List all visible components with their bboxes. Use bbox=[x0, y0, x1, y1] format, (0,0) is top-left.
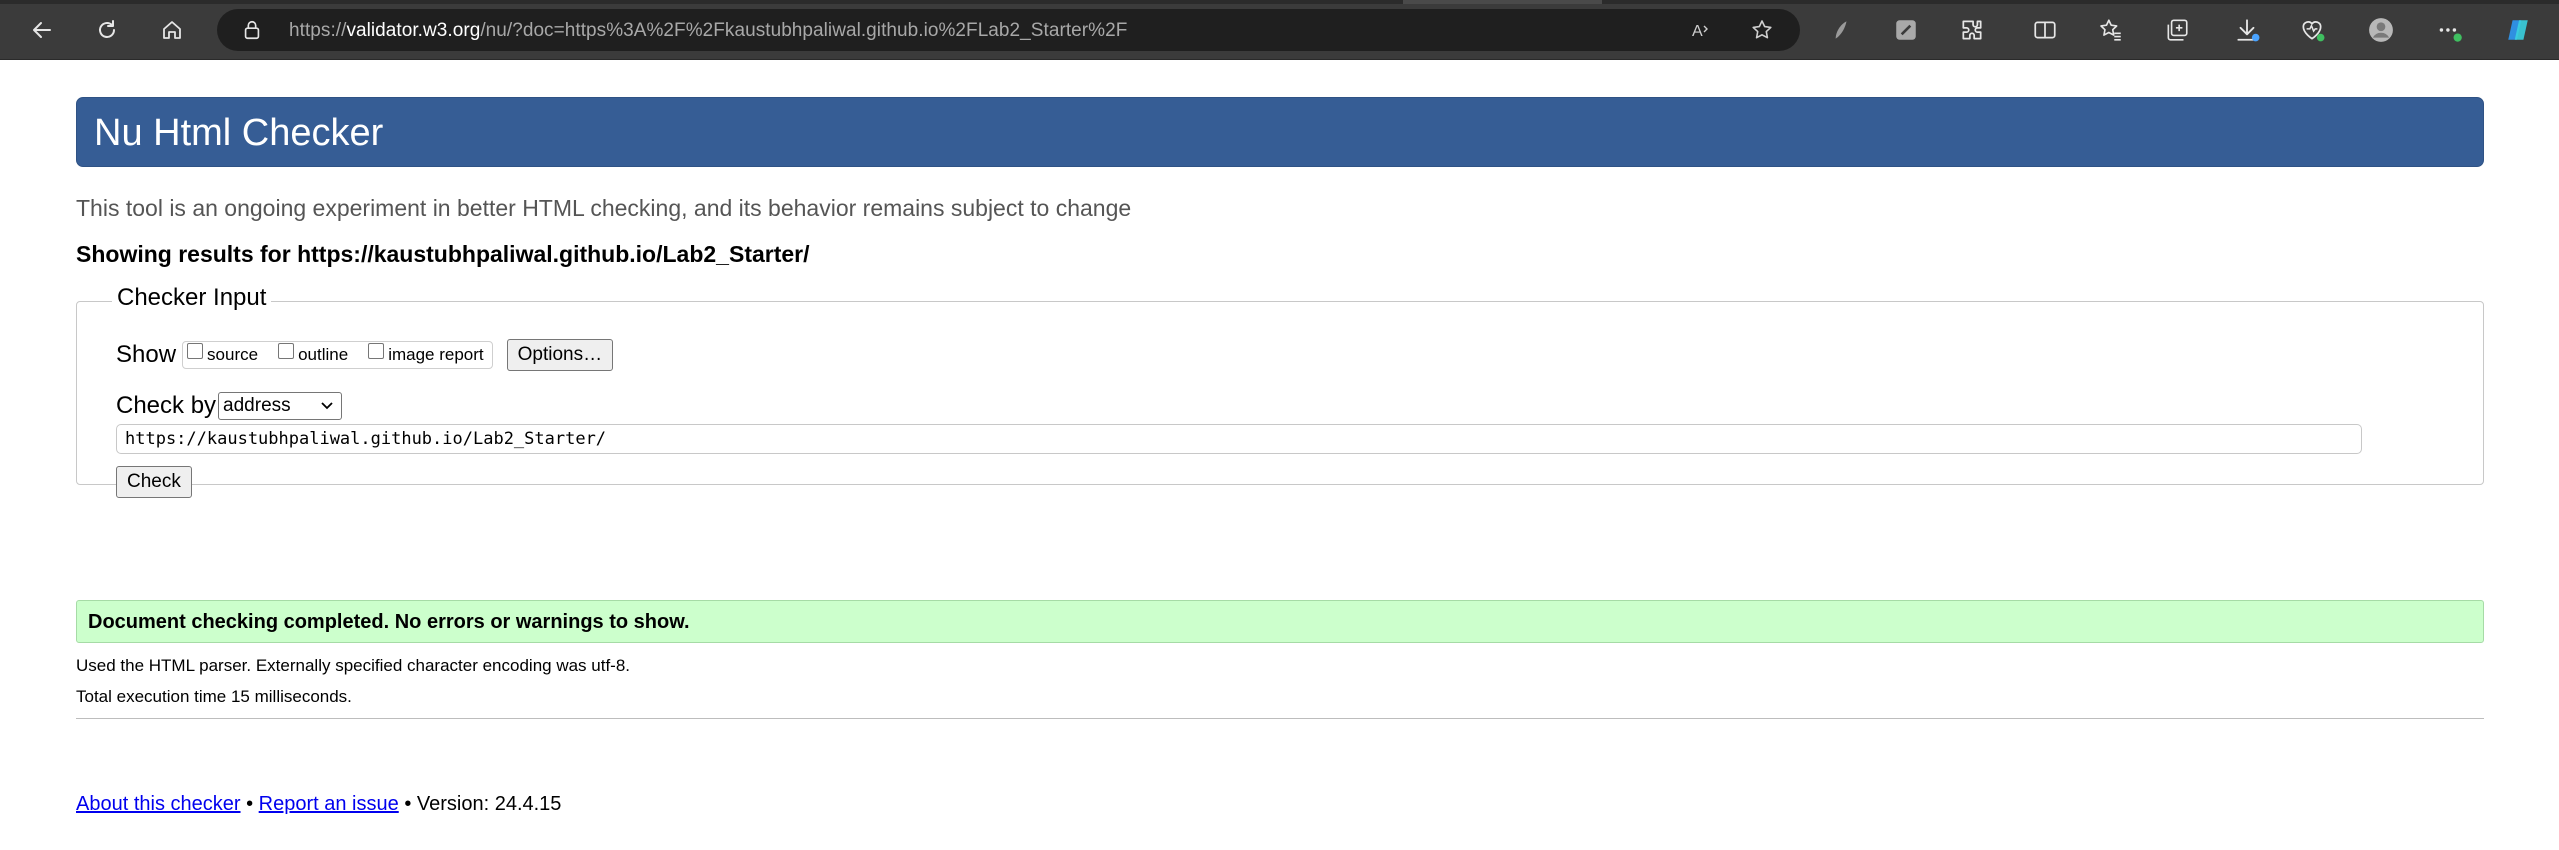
check-by-select[interactable]: address bbox=[218, 392, 343, 420]
url-domain: validator.w3.org bbox=[346, 20, 481, 41]
refresh-icon bbox=[99, 20, 115, 38]
check-by-label: Check by bbox=[116, 392, 217, 419]
success-message: Document checking completed. No errors o… bbox=[76, 600, 2484, 643]
tab-indicator bbox=[1403, 0, 1602, 4]
show-outline-option[interactable]: outline bbox=[278, 343, 349, 365]
home-button[interactable] bbox=[152, 10, 192, 50]
home-icon bbox=[163, 21, 181, 39]
checker-input-legend: Checker Input bbox=[112, 284, 272, 312]
extension-icon bbox=[1896, 20, 1916, 40]
split-screen-icon bbox=[2034, 21, 2056, 39]
back-button[interactable] bbox=[22, 10, 62, 50]
downloads-icon bbox=[2237, 19, 2260, 42]
report-issue-link[interactable]: Report an issue bbox=[259, 793, 399, 815]
extension-icon bbox=[1835, 21, 1847, 39]
more-button[interactable] bbox=[2431, 12, 2467, 48]
browser-essentials-icon bbox=[2302, 21, 2325, 42]
address-bar[interactable]: https://validator.w3.org/nu/?doc=https%3… bbox=[217, 9, 1800, 51]
profile-icon bbox=[2369, 18, 2393, 42]
back-icon bbox=[33, 22, 51, 38]
read-aloud-icon[interactable]: A bbox=[1690, 18, 1714, 42]
refresh-button[interactable] bbox=[87, 10, 127, 50]
collections-icon bbox=[2167, 19, 2188, 41]
show-options-row: Show source outline image report Options… bbox=[116, 339, 614, 371]
check-by-row: Check by address bbox=[116, 392, 343, 420]
version-text: • Version: 24.4.15 bbox=[404, 793, 562, 815]
favorites-button[interactable] bbox=[2093, 12, 2129, 48]
parser-info: Used the HTML parser. Externally specifi… bbox=[76, 656, 631, 675]
check-button[interactable]: Check bbox=[116, 466, 192, 498]
page-header: Nu Html Checker bbox=[76, 97, 2484, 167]
source-checkbox[interactable] bbox=[187, 343, 204, 359]
checker-input-fieldset bbox=[76, 301, 2484, 485]
execution-time: Total execution time 15 milliseconds. bbox=[76, 687, 352, 706]
footer-separator: • bbox=[246, 793, 254, 815]
copilot-button[interactable] bbox=[2500, 12, 2536, 48]
url-prefix: https:// bbox=[289, 20, 347, 41]
show-label: Show bbox=[116, 341, 177, 368]
about-checker-link[interactable]: About this checker bbox=[76, 793, 241, 815]
source-label: source bbox=[207, 345, 259, 364]
browser-toolbar: https://validator.w3.org/nu/?doc=https%3… bbox=[0, 0, 2559, 60]
footer: About this checker • Report an issue • V… bbox=[76, 793, 561, 816]
check-by-value: address bbox=[223, 395, 291, 416]
favorite-star-icon[interactable] bbox=[1750, 18, 1774, 42]
outline-label: outline bbox=[298, 345, 349, 364]
extensions-button[interactable] bbox=[1954, 12, 1990, 48]
show-image-report-option[interactable]: image report bbox=[368, 343, 484, 365]
intro-text: This tool is an ongoing experiment in be… bbox=[76, 195, 1132, 221]
downloads-button[interactable] bbox=[2229, 12, 2265, 48]
options-button[interactable]: Options… bbox=[506, 339, 614, 371]
extension-lexicon-button[interactable] bbox=[1822, 12, 1858, 48]
copilot-icon bbox=[2508, 20, 2528, 40]
extension-icon bbox=[1962, 20, 1982, 40]
svg-text:A: A bbox=[1692, 23, 1703, 40]
showing-results-heading: Showing results for https://kaustubhpali… bbox=[76, 241, 810, 267]
page-title: Nu Html Checker bbox=[94, 112, 384, 154]
split-screen-button[interactable] bbox=[2027, 12, 2063, 48]
divider bbox=[76, 718, 2484, 719]
image-report-checkbox[interactable] bbox=[368, 343, 385, 359]
outline-checkbox[interactable] bbox=[278, 343, 295, 359]
url-path: /nu/?doc=https%3A%2F%2Fkaustubhpaliwal.g… bbox=[480, 20, 1128, 41]
lock-icon[interactable] bbox=[241, 19, 263, 41]
show-source-option[interactable]: source bbox=[187, 343, 259, 365]
profile-button[interactable] bbox=[2363, 12, 2399, 48]
more-icon bbox=[2439, 28, 2462, 42]
address-input[interactable]: https://kaustubhpaliwal.github.io/Lab2_S… bbox=[116, 424, 2362, 454]
image-report-label: image report bbox=[388, 345, 484, 364]
url-text[interactable]: https://validator.w3.org/nu/?doc=https%3… bbox=[289, 20, 1127, 42]
show-options-group: source outline image report bbox=[182, 341, 493, 369]
tab-strip bbox=[0, 0, 2559, 4]
extension-notes-button[interactable] bbox=[1888, 12, 1924, 48]
favorites-icon bbox=[2100, 19, 2121, 41]
collections-button[interactable] bbox=[2159, 12, 2195, 48]
browser-essentials-button[interactable] bbox=[2294, 12, 2330, 48]
chevron-down-icon bbox=[321, 402, 333, 410]
